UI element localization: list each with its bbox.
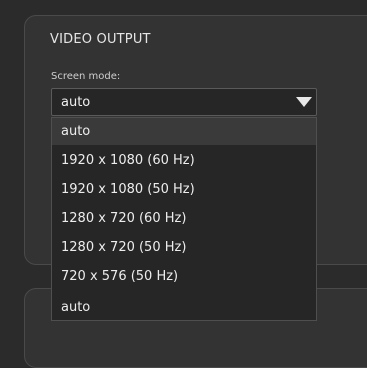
screen-mode-option[interactable]: auto [52, 118, 316, 145]
screen-mode-dropdown: auto 1920 x 1080 (60 Hz) 1920 x 1080 (50… [51, 117, 317, 321]
screen-mode-option[interactable]: 1920 x 1080 (50 Hz) [52, 176, 316, 203]
screen-mode-option[interactable]: 1280 x 720 (50 Hz) [52, 234, 316, 261]
chevron-down-icon[interactable] [296, 97, 312, 107]
section-title: VIDEO OUTPUT [50, 32, 151, 47]
screen-mode-label: Screen mode: [51, 71, 121, 82]
screen-mode-option[interactable]: 1280 x 720 (60 Hz) [52, 205, 316, 232]
screen-mode-option[interactable]: auto [52, 294, 316, 321]
screen-mode-option[interactable]: 1920 x 1080 (60 Hz) [52, 147, 316, 174]
screen-mode-select[interactable]: auto [51, 88, 317, 116]
screen-mode-option[interactable]: 720 x 576 (50 Hz) [52, 263, 316, 290]
screen-mode-selected-value: auto [61, 95, 91, 110]
